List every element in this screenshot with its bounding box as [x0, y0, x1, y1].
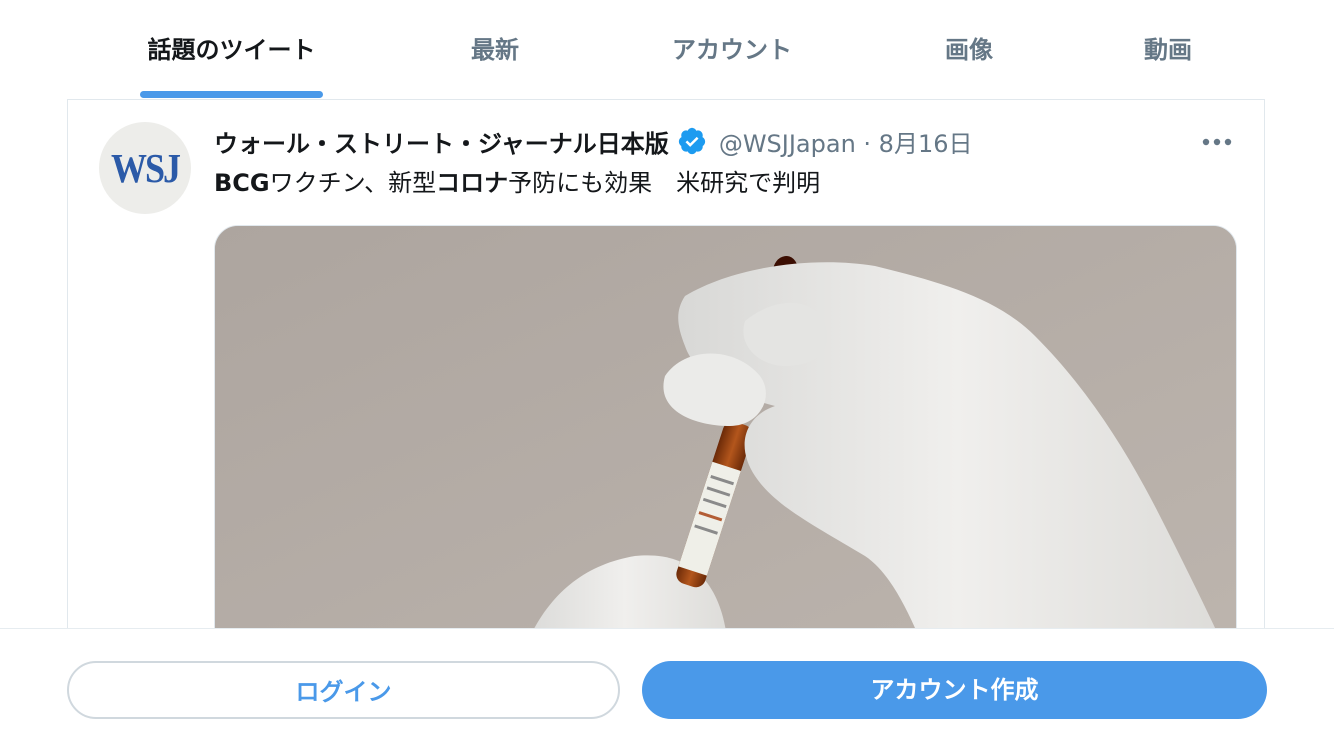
create-account-button[interactable]: アカウント作成 — [642, 661, 1267, 719]
tweet-text: BCGワクチン、新型コロナ予防にも効果 米研究で判明 — [214, 164, 820, 202]
tab-images[interactable]: 画像 — [929, 28, 1009, 72]
avatar[interactable]: WSJ — [99, 122, 191, 214]
tweet-text-part: 予防にも効果 米研究で判明 — [508, 169, 821, 197]
more-options-icon — [1202, 138, 1232, 146]
avatar-logo-text: WSJ — [110, 145, 181, 191]
tweet-text-part: ワクチン、新型 — [269, 169, 437, 197]
active-tab-indicator — [140, 91, 323, 98]
tweet-header: ウォール・ストリート・ジャーナル日本版 @WSJJapan · 8月16日 — [214, 120, 973, 162]
verified-badge-icon — [678, 127, 705, 155]
handle-and-date[interactable]: @WSJJapan · 8月16日 — [719, 124, 973, 159]
author-name[interactable]: ウォール・ストリート・ジャーナル日本版 — [214, 124, 669, 159]
tab-videos[interactable]: 動画 — [1128, 28, 1208, 72]
tweet-media-image[interactable] — [214, 225, 1237, 677]
highlight-corona: コロナ — [436, 169, 509, 197]
login-button[interactable]: ログイン — [67, 661, 620, 719]
bottom-action-bar: ログイン アカウント作成 — [0, 628, 1334, 750]
search-results-page: 話題のツイート 最新 アカウント 画像 動画 WSJ ウォール・ストリート・ジャ… — [0, 0, 1334, 750]
tab-latest[interactable]: 最新 — [455, 28, 535, 72]
vaccine-photo — [215, 226, 1236, 676]
tab-accounts[interactable]: アカウント — [652, 28, 812, 72]
search-tabs: 話題のツイート 最新 アカウント 画像 動画 — [0, 0, 1334, 100]
highlight-bcg: BCG — [214, 169, 270, 197]
tab-top-tweets[interactable]: 話題のツイート — [140, 28, 323, 72]
more-options-button[interactable] — [1196, 124, 1238, 160]
